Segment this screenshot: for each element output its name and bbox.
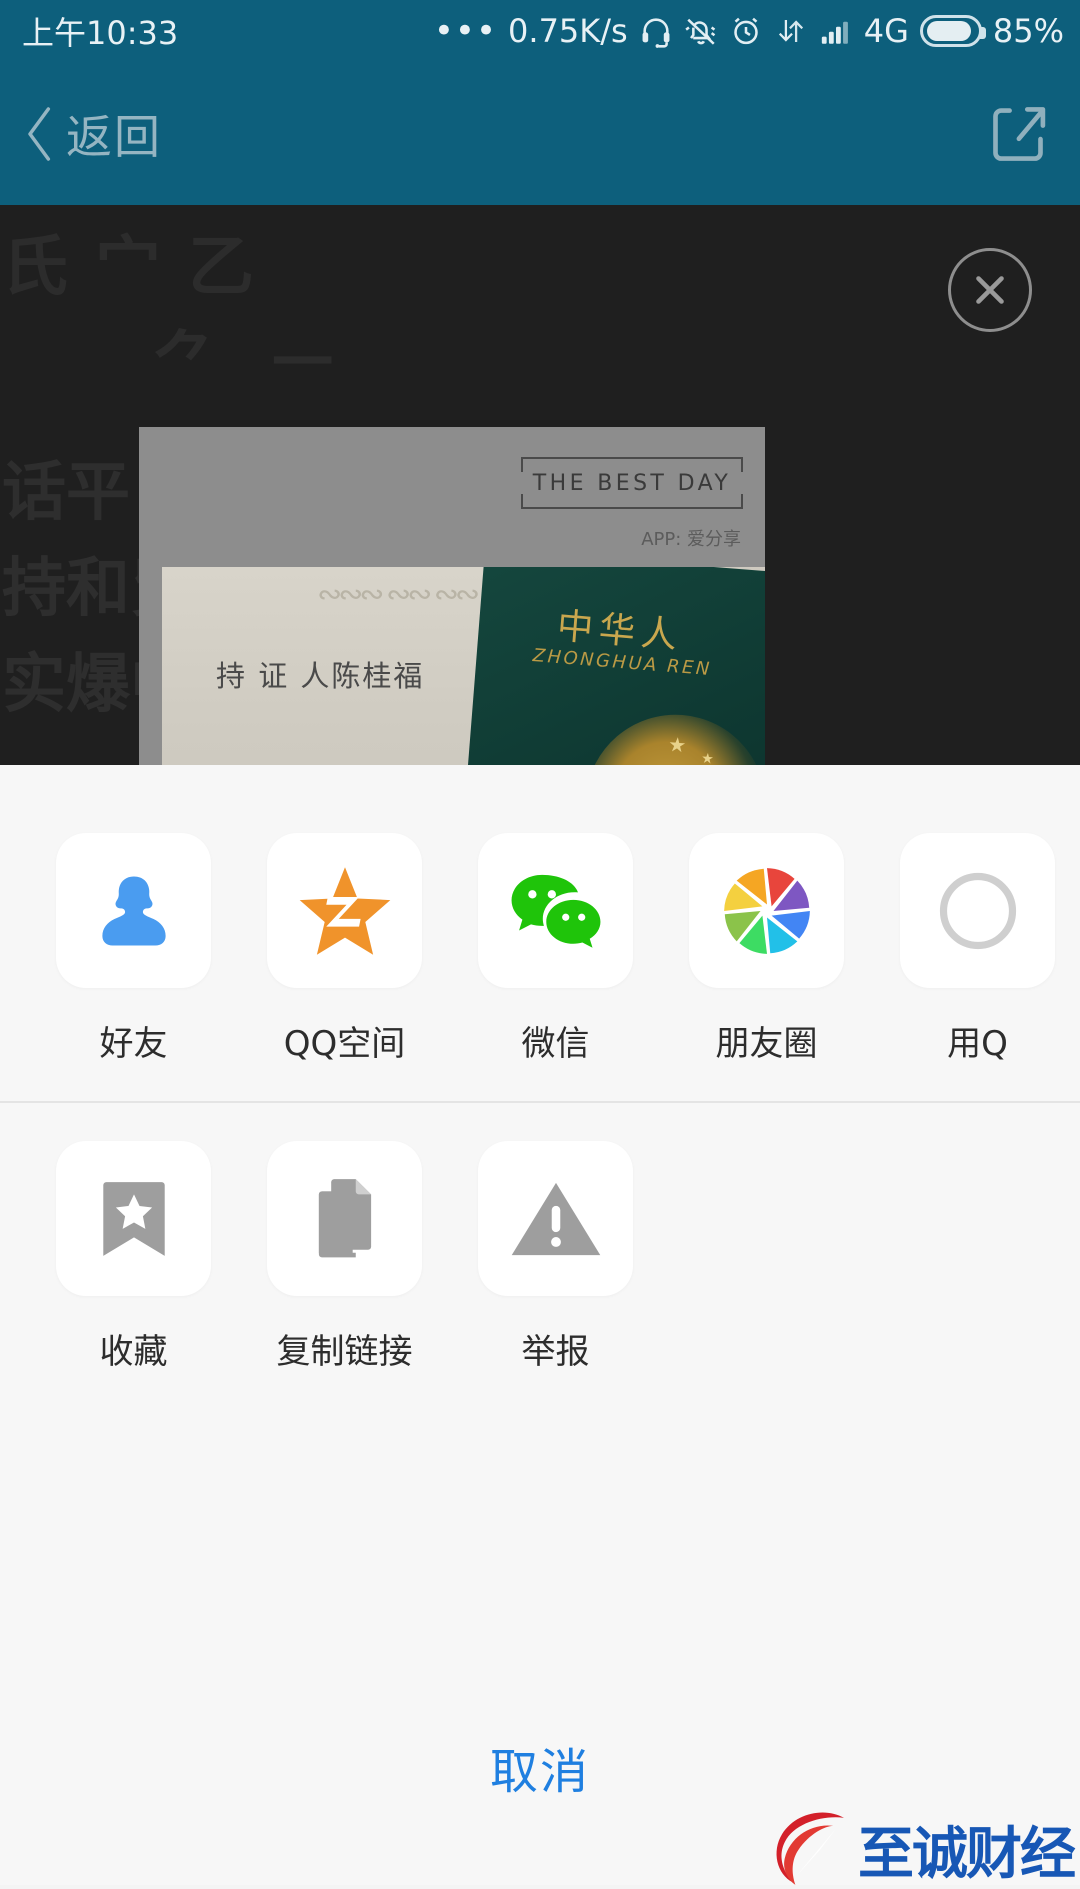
wechat-icon	[511, 874, 600, 948]
qzone-tile	[267, 833, 422, 988]
photo-card[interactable]: THE BEST DAY APP: 爱分享 ∾∾∾ ∾∾ ∾∾ ☉ 持 证 人陈…	[139, 427, 765, 765]
network-speed-label: 0.75K/s	[508, 12, 628, 50]
copy-pages-icon	[318, 1178, 371, 1257]
signal-bars-icon	[819, 14, 853, 48]
more-dots-icon: •••	[433, 11, 498, 51]
best-day-badge: THE BEST DAY APP: 爱分享	[521, 457, 743, 551]
cancel-button[interactable]: 取消	[490, 1732, 590, 1864]
action-report[interactable]: 举报	[450, 1141, 661, 1373]
wechat-tile	[478, 833, 633, 988]
action-label-favorite: 收藏	[99, 1332, 168, 1372]
close-viewer-button[interactable]	[948, 248, 1032, 332]
share-label-qq-browser: 用Q	[947, 1024, 1008, 1064]
share-row-primary: 好友 QQ空间 微信 朋友圈 用Q	[0, 765, 1080, 1065]
watermark: 至诚财经	[766, 1793, 1076, 1887]
report-tile	[478, 1141, 633, 1296]
doc-line-holder: 持 证 人陈桂福	[216, 659, 425, 693]
bookmark-star-icon	[102, 1181, 165, 1256]
moments-tile	[689, 833, 844, 988]
qq-browser-icon	[939, 872, 1016, 949]
favorite-tile	[56, 1141, 211, 1296]
watermark-text: 至诚财经	[858, 1822, 1076, 1887]
headset-icon	[639, 14, 673, 48]
copy-link-tile	[267, 1141, 422, 1296]
status-bar: 上午10:33 ••• 0.75K/s 4G 85%	[0, 0, 1080, 62]
share-label-wechat: 微信	[521, 1024, 590, 1064]
warning-triangle-icon	[511, 1182, 600, 1255]
action-label-report: 举报	[521, 1332, 590, 1372]
green-certificate: 中华人 ZHONGHUA REN ★ ★ ★ ★ ★ 离婚 LI HUNZH	[450, 567, 765, 765]
action-favorite[interactable]: 收藏	[28, 1141, 239, 1373]
battery-percent-label: 85%	[992, 12, 1064, 50]
chevron-left-icon	[20, 104, 60, 164]
sheet-divider	[0, 1101, 1080, 1103]
back-button[interactable]: 返回	[20, 101, 162, 167]
decorative-swirl-icon: ∾∾∾ ∾∾ ∾∾ ☉	[317, 577, 507, 612]
image-viewer-stage: 氏 宀 乙 ⺈ ㇐ 话平日疮 持和贸 实爆中子 THE BEST DAY APP…	[0, 205, 1080, 765]
alarm-clock-icon	[729, 14, 763, 48]
share-export-icon[interactable]	[982, 98, 1054, 170]
app-credit-label: APP: 爱分享	[641, 529, 741, 550]
share-target-moments[interactable]: 朋友圈	[661, 833, 872, 1065]
qzone-star-icon	[299, 866, 390, 955]
share-row-actions: 收藏 复制链接 举报	[0, 1065, 1080, 1373]
share-target-qzone[interactable]: QQ空间	[239, 833, 450, 1065]
network-type-label: 4G	[863, 12, 909, 50]
best-day-label: THE BEST DAY	[528, 470, 736, 496]
status-time: 上午10:33	[22, 14, 179, 52]
share-sheet: 好友 QQ空间 微信 朋友圈 用Q 收藏 复制链接 举报 取消 至诚财经	[0, 765, 1080, 1885]
navigation-bar: 返回	[0, 62, 1080, 205]
data-transfer-icon	[774, 14, 808, 48]
action-copy-link[interactable]: 复制链接	[239, 1141, 450, 1373]
qq-friend-tile	[56, 833, 211, 988]
qq-friend-icon	[101, 876, 166, 945]
qq-browser-tile	[900, 833, 1055, 988]
battery-icon	[919, 15, 986, 47]
mute-bell-icon	[684, 14, 718, 48]
share-label-qq-friend: 好友	[99, 1024, 168, 1064]
share-label-moments: 朋友圈	[715, 1024, 818, 1064]
moments-aperture-icon	[723, 867, 810, 954]
status-indicators: ••• 0.75K/s 4G 85%	[434, 12, 1064, 50]
back-label: 返回	[66, 109, 162, 164]
document-photo: ∾∾∾ ∾∾ ∾∾ ☉ 持 证 人陈桂福 登记日期2016年3月9日 离婚证字号…	[162, 567, 765, 765]
share-label-qzone: QQ空间	[283, 1024, 406, 1064]
share-target-wechat[interactable]: 微信	[450, 833, 661, 1065]
share-target-qq-friend[interactable]: 好友	[28, 833, 239, 1065]
share-target-qq-browser[interactable]: 用Q	[872, 833, 1080, 1065]
swoosh-logo-icon	[766, 1799, 852, 1885]
close-circle-icon	[967, 267, 1013, 313]
national-emblem-icon: ★ ★ ★ ★ ★	[578, 707, 765, 765]
action-label-copy-link: 复制链接	[276, 1332, 413, 1372]
